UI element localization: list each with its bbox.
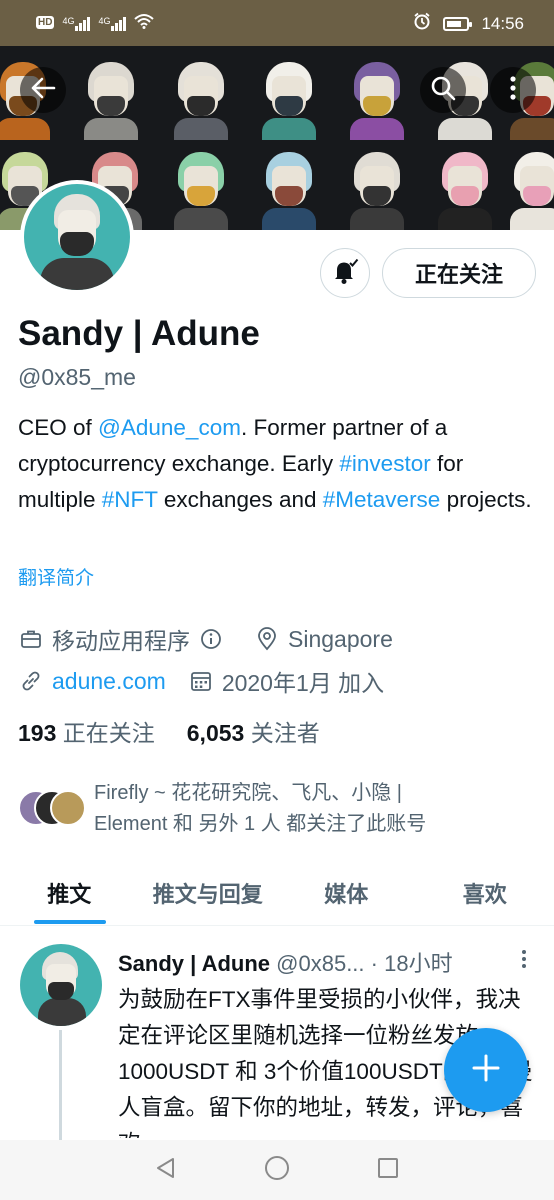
briefcase-icon xyxy=(18,626,44,652)
calendar-icon xyxy=(188,668,214,694)
follower-avatars xyxy=(18,790,88,834)
hd-badge: HD xyxy=(36,16,55,29)
profile-category: 移动应用程序 xyxy=(52,628,190,654)
display-name: Sandy | Adune xyxy=(18,314,260,353)
tab-media[interactable]: 媒体 xyxy=(277,860,416,925)
banner-character xyxy=(340,142,414,230)
following-button[interactable]: 正在关注 xyxy=(382,248,536,298)
hashtag-link[interactable]: #NFT xyxy=(102,487,158,512)
info-icon[interactable] xyxy=(198,626,224,652)
banner-character xyxy=(164,52,238,140)
banner-character xyxy=(164,142,238,230)
nav-recents-button[interactable] xyxy=(368,1150,408,1190)
square-recents-icon xyxy=(377,1157,399,1184)
banner-character xyxy=(252,52,326,140)
tweet-header: Sandy | Adune @0x85... · 18小时 xyxy=(118,946,538,978)
tweet-more-button[interactable] xyxy=(514,944,534,974)
user-handle: @0x85_me xyxy=(18,364,136,390)
profile-tabs: 推文 推文与回复 媒体 喜欢 xyxy=(0,860,554,926)
mention-link[interactable]: @Adune_com xyxy=(98,415,241,440)
wifi-icon xyxy=(134,13,155,32)
hashtag-link[interactable]: #Metaverse xyxy=(323,487,441,512)
nav-back-button[interactable] xyxy=(146,1150,186,1190)
follow-stats: 193 正在关注 6,053 关注者 xyxy=(18,714,320,748)
notifications-button[interactable] xyxy=(320,248,370,298)
tweet-time[interactable]: · 18小时 xyxy=(371,951,453,976)
status-right: 14:56 xyxy=(413,12,524,35)
arrow-left-icon xyxy=(30,75,56,106)
banner-character xyxy=(500,142,554,230)
followers-stat[interactable]: 6,053 关注者 xyxy=(187,714,320,748)
profile-avatar[interactable] xyxy=(20,180,134,294)
compose-tweet-button[interactable] xyxy=(444,1028,528,1112)
avatar xyxy=(50,790,86,826)
back-button[interactable] xyxy=(20,67,66,113)
more-vertical-icon xyxy=(509,75,517,106)
join-date: 2020年1月 加入 xyxy=(221,670,385,696)
bell-notification-icon xyxy=(331,257,359,290)
status-left: HD 4G 4G xyxy=(36,13,155,32)
hashtag-link[interactable]: #investor xyxy=(339,451,430,476)
profile-bio: CEO of @Adune_com. Former partner of a c… xyxy=(18,415,532,512)
tab-tweets[interactable]: 推文 xyxy=(0,860,139,925)
profile-meta-row: 移动应用程序 Singapore xyxy=(18,622,393,656)
banner-character xyxy=(74,52,148,140)
nav-home-button[interactable] xyxy=(257,1150,297,1190)
triangle-back-icon xyxy=(154,1156,178,1185)
clock: 14:56 xyxy=(481,13,524,33)
signal-icon: 4G xyxy=(98,15,127,31)
active-tab-indicator xyxy=(34,920,106,924)
tab-likes[interactable]: 喜欢 xyxy=(416,860,554,925)
banner-character xyxy=(252,142,326,230)
more-options-button[interactable] xyxy=(490,67,536,113)
search-icon xyxy=(430,75,456,106)
network-type: 4G xyxy=(62,15,75,26)
location-pin-icon xyxy=(254,626,280,652)
banner-character xyxy=(428,142,502,230)
link-icon xyxy=(18,668,44,694)
network-type: 4G xyxy=(98,15,111,26)
search-button[interactable] xyxy=(420,67,466,113)
battery-icon xyxy=(443,16,473,31)
followed-by-section[interactable]: Firefly ~ 花花研究院、飞凡、小隐 | Element 和 另外 1 人… xyxy=(18,778,426,840)
followed-by-text: Firefly ~ 花花研究院、飞凡、小隐 | Element 和 另外 1 人… xyxy=(94,782,427,835)
signal-icon: 4G xyxy=(62,15,91,31)
profile-location: Singapore xyxy=(288,625,393,652)
following-stat[interactable]: 193 正在关注 xyxy=(18,714,155,748)
alarm-icon xyxy=(413,12,431,35)
tweet-author-name[interactable]: Sandy | Adune xyxy=(118,951,270,976)
system-navigation-bar xyxy=(0,1140,554,1200)
profile-meta-row: adune.com 2020年1月 加入 xyxy=(18,664,384,698)
system-status-bar: HD 4G 4G 14:56 xyxy=(0,0,554,46)
website-link[interactable]: adune.com xyxy=(52,668,166,695)
plus-icon xyxy=(471,1053,501,1088)
tweet-author-avatar[interactable] xyxy=(20,944,102,1026)
tweet-author-handle[interactable]: @0x85... xyxy=(276,951,364,976)
thread-line xyxy=(59,1030,62,1140)
circle-home-icon xyxy=(264,1155,290,1186)
banner-character xyxy=(340,52,414,140)
translate-bio-link[interactable]: 翻译简介 xyxy=(18,563,94,590)
tab-tweets-and-replies[interactable]: 推文与回复 xyxy=(139,860,278,925)
